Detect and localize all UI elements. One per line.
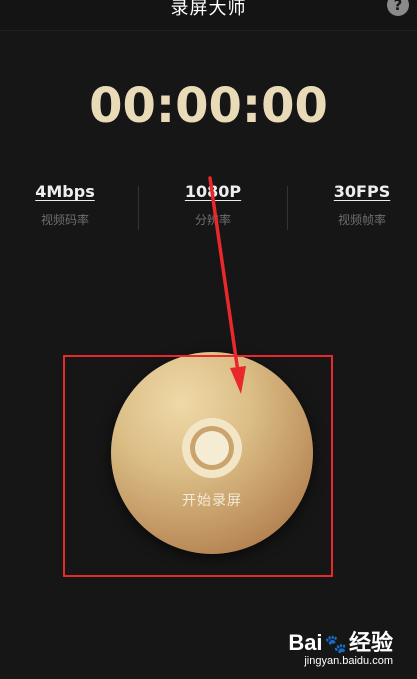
stat-divider	[138, 186, 139, 230]
watermark-url: jingyan.baidu.com	[304, 655, 393, 667]
annotation-highlight-box	[63, 355, 333, 577]
paw-icon: 🐾	[324, 634, 347, 654]
baidu-jingyan-watermark: Bai 🐾经验 jingyan.baidu.com	[288, 625, 393, 667]
stat-resolution[interactable]: 1080P 分辨率	[148, 182, 278, 228]
watermark-logo: Bai 🐾经验	[288, 630, 393, 655]
framerate-label: 视频帧率	[337, 213, 386, 227]
recording-timer: 00:00:00	[89, 78, 328, 134]
stat-divider	[287, 186, 288, 230]
framerate-value[interactable]: 30FPS	[297, 182, 417, 201]
stat-framerate[interactable]: 30FPS 视频帧率	[297, 182, 417, 228]
stat-bitrate[interactable]: 4Mbps 视频码率	[0, 182, 130, 228]
stats-row: 4Mbps 视频码率 1080P 分辨率 30FPS 视频帧率	[0, 182, 417, 242]
question-mark-icon: ?	[393, 0, 403, 14]
bitrate-value[interactable]: 4Mbps	[0, 182, 130, 201]
resolution-value[interactable]: 1080P	[148, 182, 278, 201]
top-bar: 录屏大师 ?	[0, 0, 417, 31]
bitrate-label: 视频码率	[40, 213, 89, 227]
resolution-label: 分辨率	[194, 213, 231, 227]
app-title: 录屏大师	[170, 0, 247, 19]
